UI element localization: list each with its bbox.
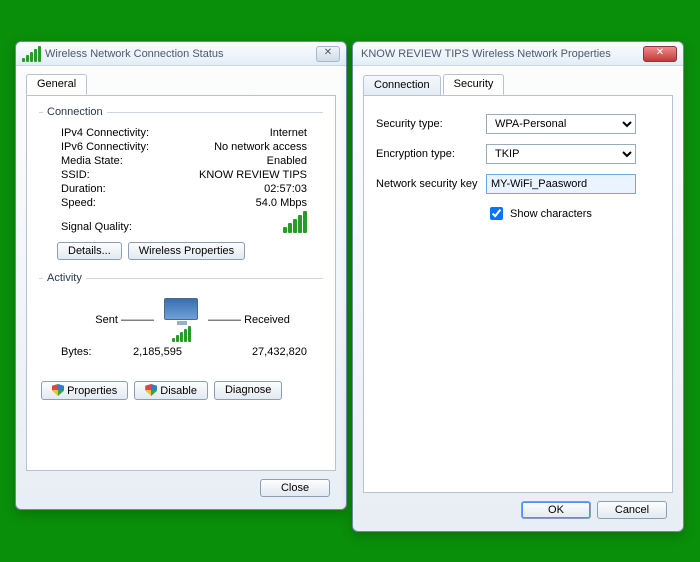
status-tabs: General (26, 74, 336, 96)
encryption-type-label: Encryption type: (376, 148, 486, 160)
close-icon[interactable]: ✕ (643, 46, 677, 62)
props-tabs: Connection Security (363, 74, 673, 96)
signal-bars-icon (283, 211, 307, 233)
media-label: Media State: (61, 155, 123, 167)
shield-icon (52, 384, 64, 396)
sent-label: Sent ——— (61, 314, 154, 326)
speed-label: Speed: (61, 197, 96, 209)
security-type-select[interactable]: WPA-Personal (486, 114, 636, 134)
diagnose-button[interactable]: Diagnose (214, 381, 282, 400)
connection-legend: Connection (43, 106, 107, 118)
ipv4-value: Internet (270, 127, 307, 139)
props-titlebar[interactable]: KNOW REVIEW TIPS Wireless Network Proper… (353, 42, 683, 66)
ok-button[interactable]: OK (521, 501, 591, 519)
network-key-input[interactable] (486, 174, 636, 194)
duration-label: Duration: (61, 183, 106, 195)
close-button[interactable]: Close (260, 479, 330, 497)
props-title: KNOW REVIEW TIPS Wireless Network Proper… (361, 48, 643, 60)
wireless-properties-button[interactable]: Wireless Properties (128, 242, 245, 260)
show-characters-label: Show characters (510, 208, 592, 220)
details-button[interactable]: Details... (57, 242, 122, 260)
properties-window: KNOW REVIEW TIPS Wireless Network Proper… (352, 41, 684, 532)
cancel-button[interactable]: Cancel (597, 501, 667, 519)
connection-group: Connection IPv4 Connectivity: Internet IP… (39, 106, 323, 266)
tab-connection[interactable]: Connection (363, 75, 441, 96)
ipv6-value: No network access (214, 141, 307, 153)
ipv4-label: IPv4 Connectivity: (61, 127, 149, 139)
shield-icon (145, 384, 157, 396)
status-titlebar[interactable]: Wireless Network Connection Status ✕ (16, 42, 346, 66)
signal-label: Signal Quality: (61, 221, 132, 233)
duration-value: 02:57:03 (264, 183, 307, 195)
monitor-icon (164, 298, 198, 320)
ssid-label: SSID: (61, 169, 90, 181)
status-window: Wireless Network Connection Status ✕ Gen… (15, 41, 347, 510)
ipv6-label: IPv6 Connectivity: (61, 141, 149, 153)
received-label: ——— Received (208, 314, 301, 326)
activity-signal-icon (172, 326, 191, 342)
activity-legend: Activity (43, 272, 86, 284)
network-key-label: Network security key (376, 178, 486, 190)
tab-security[interactable]: Security (443, 74, 505, 95)
security-type-label: Security type: (376, 118, 486, 130)
props-tabpane: Security type: WPA-Personal Encryption t… (363, 95, 673, 493)
status-title: Wireless Network Connection Status (45, 48, 316, 60)
bytes-received-value: 27,432,820 (252, 346, 307, 358)
media-value: Enabled (267, 155, 307, 167)
tab-general[interactable]: General (26, 74, 87, 95)
activity-group: Activity Sent ——— ——— Received Bytes: 2,… (39, 272, 323, 371)
encryption-type-select[interactable]: TKIP (486, 144, 636, 164)
signal-icon (22, 46, 41, 62)
speed-value: 54.0 Mbps (256, 197, 307, 209)
ssid-value: KNOW REVIEW TIPS (199, 169, 307, 181)
close-icon[interactable]: ✕ (316, 46, 340, 62)
status-tabpane: Connection IPv4 Connectivity: Internet IP… (26, 95, 336, 471)
show-characters-checkbox[interactable] (490, 207, 503, 220)
bytes-sent-value: 2,185,595 (133, 346, 182, 358)
disable-button[interactable]: Disable (134, 381, 208, 400)
properties-button[interactable]: Properties (41, 381, 128, 400)
